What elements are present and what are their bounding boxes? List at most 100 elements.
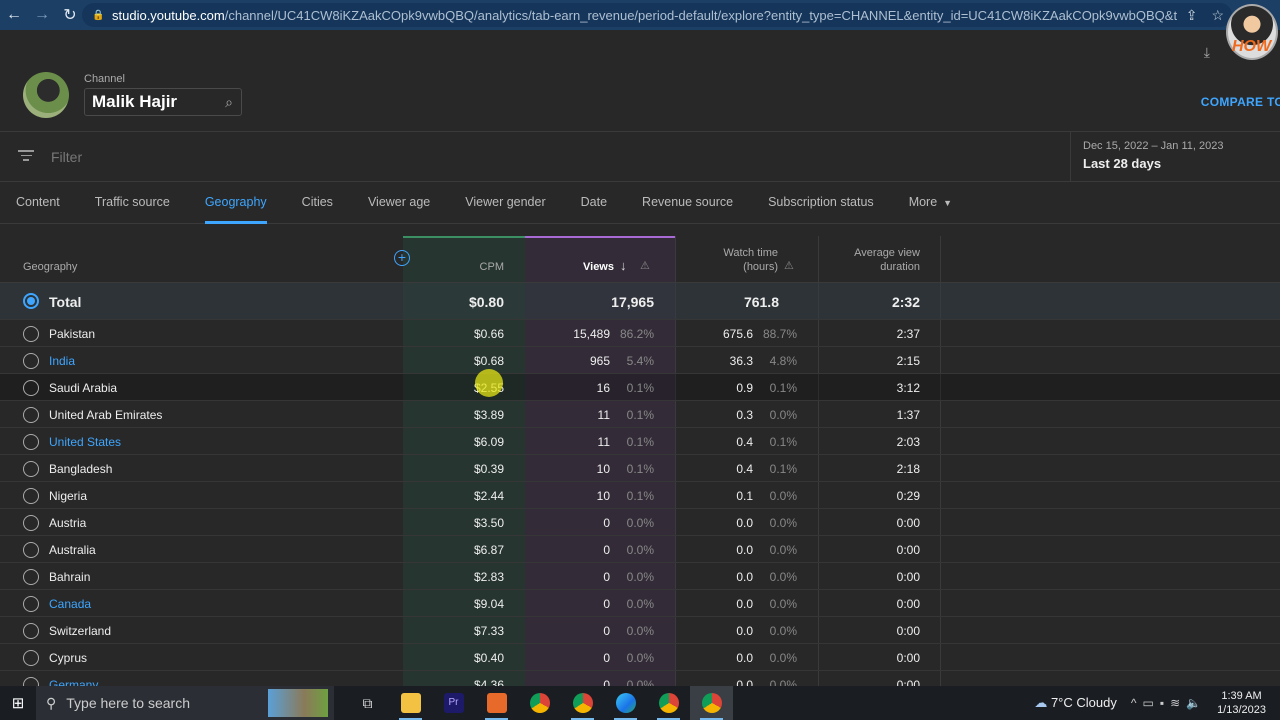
table-row[interactable]: United Arab Emirates $3.89 11 0.1% 0.3 0.0% 1:…: [0, 401, 1280, 428]
col-header-geography: Geography: [23, 261, 78, 273]
tray-icons[interactable]: ^▭▪≋🔈: [1131, 696, 1207, 710]
table-row[interactable]: Bangladesh $0.39 10 0.1% 0.4 0.1% 2:18: [0, 455, 1280, 482]
watch-time-percent: 0.1%: [769, 462, 797, 476]
views-value: 965: [589, 354, 610, 368]
row-radio[interactable]: [23, 326, 39, 342]
table-row[interactable]: Bahrain $2.83 0 0.0% 0.0 0.0% 0:00: [0, 563, 1280, 590]
channel-selector[interactable]: Malik Hajir ⌕: [84, 88, 242, 116]
chrome-profile-icon[interactable]: [647, 686, 690, 720]
row-radio[interactable]: [23, 542, 39, 558]
watch-time-value: 0.0: [736, 570, 753, 584]
watch-time-percent: 0.0%: [769, 624, 797, 638]
watch-time-value: 0.4: [736, 435, 753, 449]
chrome-active-icon[interactable]: [690, 686, 733, 720]
table-row-total[interactable]: Total $0.80 17,965 761.8 2:32: [0, 283, 1280, 320]
country-name: Austria: [49, 516, 87, 530]
cpm-value: $9.04: [473, 597, 504, 611]
watch-time-value: 0.0: [736, 543, 753, 557]
country-name: Saudi Arabia: [49, 381, 118, 395]
reload-icon[interactable]: ↻: [56, 5, 84, 25]
tab-more[interactable]: More ▼: [909, 182, 952, 224]
bookmark-star-icon[interactable]: ☆: [1211, 7, 1224, 24]
tab-subscription-status[interactable]: Subscription status: [768, 182, 874, 224]
sort-descending-icon[interactable]: ↓: [620, 259, 627, 273]
views-percent: 0.1%: [626, 381, 654, 395]
compare-to-button[interactable]: COMPARE TO: [1201, 95, 1280, 109]
row-radio[interactable]: [23, 569, 39, 585]
row-radio[interactable]: [23, 461, 39, 477]
table-row[interactable]: Austria $3.50 0 0.0% 0.0 0.0% 0:00: [0, 509, 1280, 536]
country-name[interactable]: Canada: [49, 597, 91, 611]
tab-traffic-source[interactable]: Traffic source: [95, 182, 170, 224]
premiere-pro-icon[interactable]: Pr: [432, 686, 475, 720]
clock[interactable]: 1:39 AM 1/13/2023: [1217, 689, 1266, 717]
cpm-value: $0.40: [473, 651, 504, 665]
table-row[interactable]: Cyprus $0.40 0 0.0% 0.0 0.0% 0:00: [0, 644, 1280, 671]
search-icon[interactable]: ⌕: [225, 94, 233, 111]
row-radio[interactable]: [23, 434, 39, 450]
table-row[interactable]: Switzerland $7.33 0 0.0% 0.0 0.0% 0:00: [0, 617, 1280, 644]
tab-viewer-gender[interactable]: Viewer gender: [465, 182, 545, 224]
chrome-icon[interactable]: [518, 686, 561, 720]
avg-view-duration-value: 2:18: [896, 462, 920, 476]
filter-input[interactable]: Filter: [51, 149, 82, 165]
col-header-views[interactable]: Views: [525, 260, 614, 274]
row-radio[interactable]: [23, 650, 39, 666]
row-radio[interactable]: [23, 515, 39, 531]
tab-geography[interactable]: Geography: [204, 182, 267, 224]
table-row[interactable]: India $0.68 965 5.4% 36.3 4.8% 2:15: [0, 347, 1280, 374]
tab-date[interactable]: Date: [581, 182, 607, 224]
row-radio[interactable]: [23, 623, 39, 639]
watch-time-percent: 0.1%: [769, 381, 797, 395]
table-row[interactable]: Australia $6.87 0 0.0% 0.0 0.0% 0:00: [0, 536, 1280, 563]
share-icon[interactable]: ⇪: [1186, 7, 1198, 24]
col-header-watch-time[interactable]: Watch time (hours): [690, 246, 778, 274]
country-name[interactable]: India: [49, 354, 75, 368]
row-name: Total: [49, 294, 82, 310]
row-radio[interactable]: [23, 488, 39, 504]
avg-view-duration-value: 3:12: [896, 381, 920, 395]
table-row[interactable]: Pakistan $0.66 15,489 86.2% 675.6 88.7% 2:37: [0, 320, 1280, 347]
edge-icon[interactable]: [604, 686, 647, 720]
avg-view-duration-value: 2:37: [896, 327, 920, 341]
back-icon[interactable]: ←: [0, 6, 28, 24]
weather-widget[interactable]: ☁ 7°C Cloudy: [1034, 695, 1117, 711]
lock-icon: 🔒: [92, 10, 105, 21]
caret-down-icon: ▼: [943, 198, 953, 208]
chrome-profile-icon[interactable]: [561, 686, 604, 720]
avg-view-duration-value: 1:37: [896, 408, 920, 422]
country-name: Pakistan: [49, 327, 96, 341]
row-radio[interactable]: [23, 353, 39, 369]
windows-start-icon[interactable]: ⊞: [0, 694, 36, 712]
filter-icon[interactable]: [18, 150, 34, 162]
views-value: 10: [596, 462, 610, 476]
table-header: Geography + CPM Views ↓ ⚠ Watch time (hou…: [0, 236, 1280, 283]
tab-revenue-source[interactable]: Revenue source: [642, 182, 733, 224]
watch-time-value: 0.9: [736, 381, 753, 395]
screen-recorder-icon[interactable]: [475, 686, 518, 720]
cpm-value: $6.87: [473, 543, 504, 557]
taskbar-search[interactable]: ⚲ Type here to search: [36, 686, 334, 720]
col-header-cpm[interactable]: CPM: [403, 260, 504, 274]
country-name[interactable]: United States: [49, 435, 121, 449]
browser-toolbar: ← → ↻ 🔒 studio.youtube.com/channel/UC41C…: [0, 0, 1280, 30]
tab-viewer-age[interactable]: Viewer age: [368, 182, 430, 224]
file-explorer-icon[interactable]: [389, 686, 432, 720]
table-row[interactable]: United States $6.09 11 0.1% 0.4 0.1% 2:03: [0, 428, 1280, 455]
tab-cities[interactable]: Cities: [302, 182, 333, 224]
radio-selected[interactable]: [23, 293, 39, 309]
table-row[interactable]: Saudi Arabia$2.55160.1%0.90.1%3:12: [0, 374, 1280, 401]
profile-avatar[interactable]: HOW: [1226, 4, 1278, 60]
address-bar[interactable]: 🔒 studio.youtube.com/channel/UC41CW8iKZA…: [82, 3, 1232, 27]
date-range-picker[interactable]: Dec 15, 2022 – Jan 11, 2023 Last 28 days: [1070, 132, 1235, 182]
col-header-avg-view-duration[interactable]: Average view duration: [830, 246, 920, 274]
tab-content[interactable]: Content: [16, 182, 60, 224]
row-radio[interactable]: [23, 407, 39, 423]
table-row[interactable]: Canada $9.04 0 0.0% 0.0 0.0% 0:00: [0, 590, 1280, 617]
cpm-value: $7.33: [473, 624, 504, 638]
row-radio[interactable]: [23, 380, 39, 396]
forward-icon[interactable]: →: [28, 6, 56, 24]
row-radio[interactable]: [23, 596, 39, 612]
table-row[interactable]: Nigeria $2.44 10 0.1% 0.1 0.0% 0:29: [0, 482, 1280, 509]
task-view-icon[interactable]: ⧉: [346, 686, 389, 720]
